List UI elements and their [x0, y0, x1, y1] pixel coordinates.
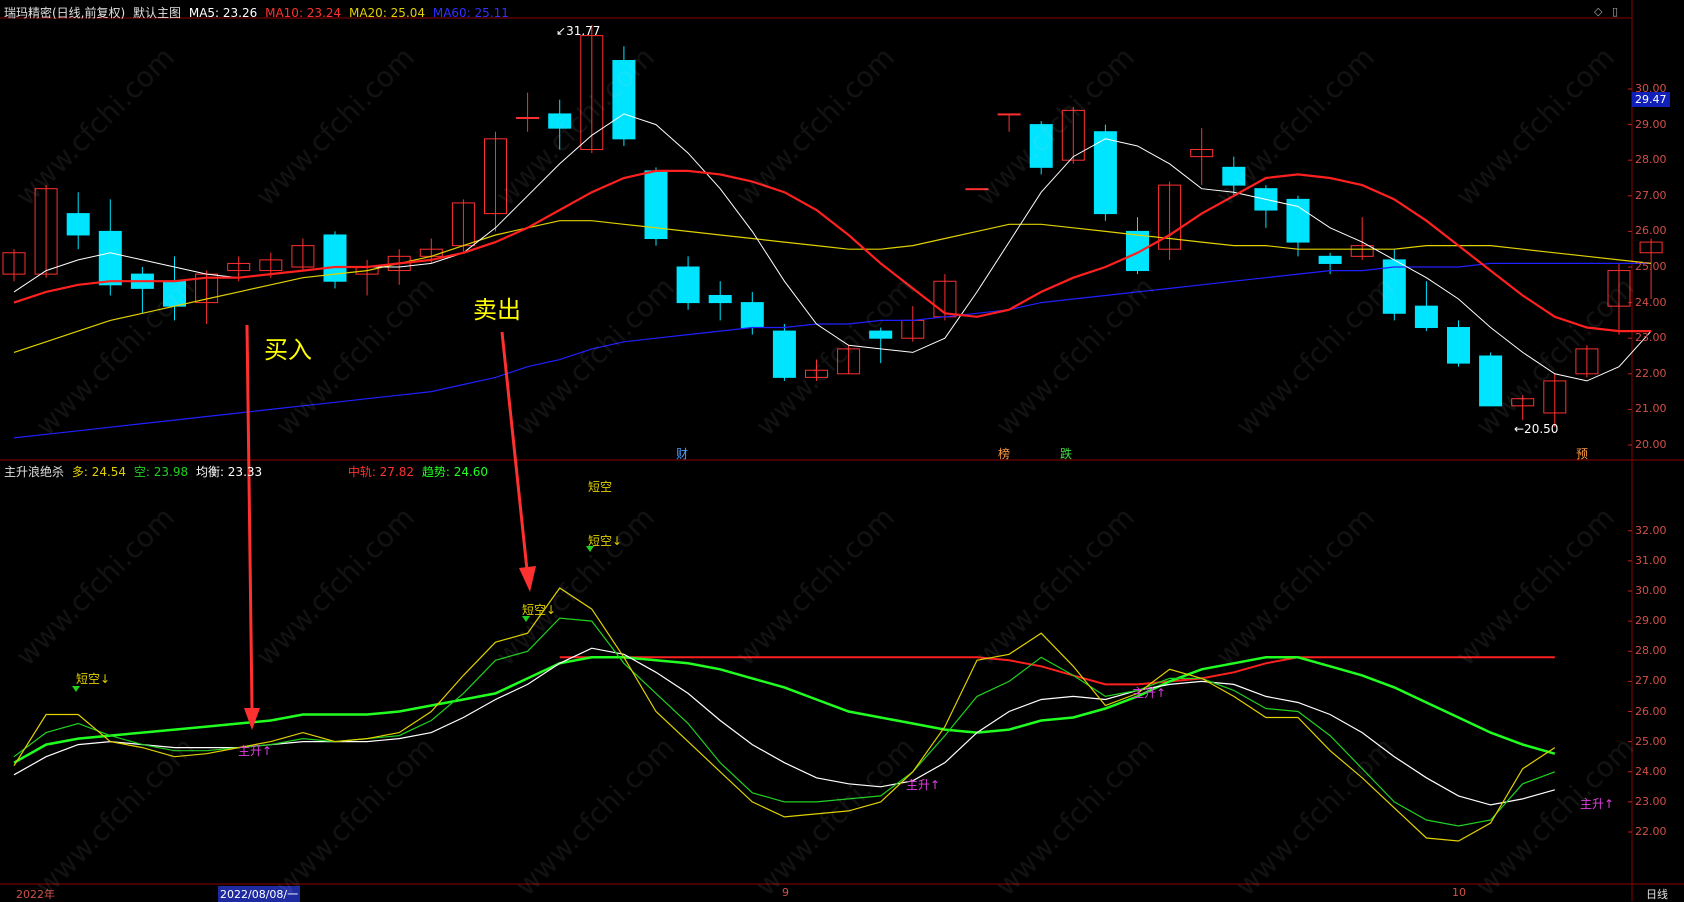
high-price-marker: ↙31.77 — [556, 24, 601, 38]
indicator-title[interactable]: 主升浪绝杀 — [4, 465, 64, 479]
indicator-tick-label: 28.00 — [1635, 644, 1667, 658]
period-label[interactable]: 日线 — [1646, 886, 1668, 902]
event-marker-yu[interactable]: 预 — [1576, 445, 1588, 462]
candle-body — [1479, 355, 1503, 407]
candle-body — [1093, 131, 1117, 215]
ma5-label: MA5: 23.26 — [188, 6, 258, 20]
candle-body — [676, 266, 700, 304]
buy-annotation: 买入 — [264, 336, 312, 364]
indicator-tick-label: 26.00 — [1635, 704, 1667, 718]
signal-up-4: 主升↑ — [1580, 797, 1615, 811]
price-tick-label: 25.00 — [1635, 260, 1667, 273]
ma20-label: MA20: 25.04 — [348, 6, 426, 20]
candle-body — [516, 116, 540, 119]
main-chart-header: 瑞玛精密(日线,前复权) 默认主图 MA5: 23.26 MA10: 23.24… — [4, 4, 513, 21]
chart-mode-label[interactable]: 默认主图 — [133, 6, 181, 20]
price-tick-label: 28.00 — [1635, 153, 1667, 167]
sell-annotation: 卖出 — [473, 296, 521, 324]
kong-label: 空: 23.98 — [133, 465, 189, 479]
stock-title[interactable]: 瑞玛精密(日线,前复权) — [4, 6, 125, 20]
indicator-tick-label: 24.00 — [1635, 764, 1667, 778]
candle-body — [772, 330, 796, 378]
candle-body — [66, 213, 90, 236]
candle-body — [1222, 166, 1246, 186]
candle-body — [1126, 230, 1149, 272]
candle-body — [163, 280, 186, 307]
candle-body — [1414, 305, 1438, 329]
candle-body — [612, 60, 636, 140]
candle-body — [1447, 327, 1470, 364]
x-axis-month-10: 10 — [1452, 886, 1466, 899]
date-cursor: 2022/08/08/一 — [218, 886, 301, 902]
indicator-tick-label: 22.00 — [1635, 825, 1667, 838]
candle-body — [965, 188, 989, 191]
candle-body — [1286, 198, 1310, 243]
x-axis-start-label: 2022年 — [16, 888, 55, 901]
window-icon[interactable]: ▯ — [1612, 5, 1618, 18]
candle-body — [1029, 124, 1053, 168]
signal-up-3: 主升↑ — [1132, 686, 1167, 700]
duo-label: 多: 24.54 — [71, 465, 127, 479]
candle-body — [548, 113, 572, 129]
indicator-tick-label: 23.00 — [1635, 794, 1667, 808]
event-marker-cai[interactable]: 财 — [676, 445, 688, 462]
price-tick-label: 20.00 — [1635, 438, 1667, 451]
ma10-label: MA10: 23.24 — [265, 6, 342, 20]
indicator-tick-label: 25.00 — [1635, 734, 1667, 748]
sub-chart-header: 主升浪绝杀 多: 24.54 空: 23.98 均衡: 23.33 中轨: 27… — [4, 463, 492, 480]
candle-body — [740, 302, 764, 329]
signal-short-2: 短空↓ — [522, 603, 557, 617]
price-tick-label: 23.00 — [1635, 331, 1667, 345]
price-tick-label: 26.00 — [1635, 224, 1667, 238]
candle-body — [708, 294, 732, 304]
indicator-tick-label: 29.00 — [1635, 614, 1667, 628]
price-tick-label: 24.00 — [1635, 295, 1667, 309]
price-tick-label: 30.00 — [1635, 82, 1667, 95]
signal-short-3: 短空↓ — [588, 534, 623, 548]
zhonggui-label: 中轨: 27.82 — [347, 465, 415, 479]
candle-body — [997, 113, 1021, 116]
price-tick-label: 29.00 — [1635, 117, 1667, 131]
ma60-label: MA60: 25.11 — [432, 6, 509, 20]
indicator-tick-label: 27.00 — [1635, 674, 1667, 688]
signal-up-2: 主升↑ — [906, 778, 941, 792]
candle-body — [98, 230, 122, 286]
candle-body — [1318, 255, 1342, 264]
diamond-icon[interactable]: ◇ — [1594, 5, 1602, 18]
x-axis-month-9: 9 — [782, 886, 789, 899]
high-price-value: 31.77 — [566, 24, 601, 38]
price-tick-label: 22.00 — [1635, 366, 1667, 380]
indicator-tick-label: 32.00 — [1635, 523, 1667, 537]
stock-chart[interactable] — [0, 0, 1684, 901]
signal-up-1: 主升↑ — [238, 744, 273, 758]
qushi-label: 趋势: 24.60 — [421, 465, 489, 479]
indicator-tick-label: 31.00 — [1635, 553, 1667, 567]
price-tick-label: 21.00 — [1635, 402, 1667, 416]
signal-short-partial: 短空 — [588, 480, 613, 494]
indicator-tick-label: 30.00 — [1635, 584, 1667, 597]
low-price-marker: ←20.50 — [1514, 422, 1559, 436]
candle-body — [869, 330, 893, 339]
event-marker-die[interactable]: 跌 — [1060, 445, 1072, 462]
junheng-label: 均衡: 23.33 — [195, 465, 263, 479]
signal-short-1: 短空↓ — [76, 672, 111, 686]
background — [0, 0, 1684, 901]
event-marker-bang[interactable]: 榜 — [998, 445, 1010, 462]
price-tick-label: 27.00 — [1635, 188, 1667, 202]
